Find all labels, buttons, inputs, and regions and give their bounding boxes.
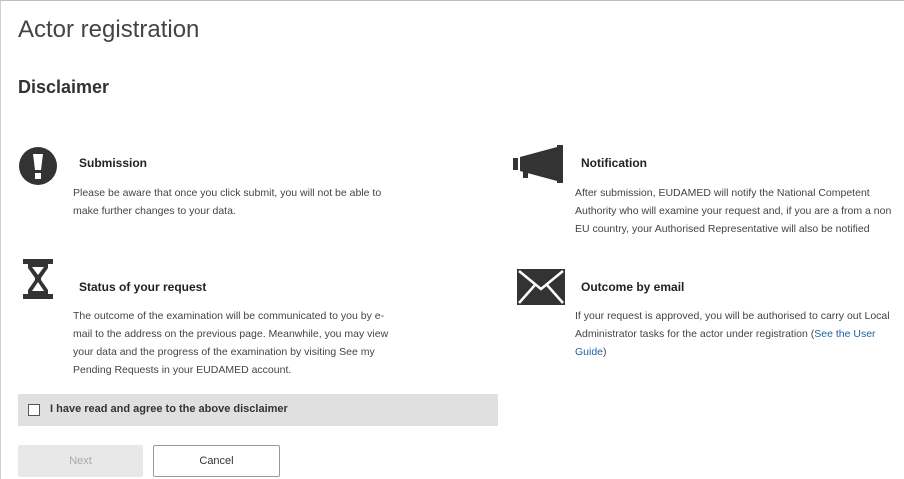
agreement-bar: I have read and agree to the above discl…	[18, 394, 498, 426]
registration-panel: Actor registration Disclaimer Submission…	[0, 0, 904, 479]
outcome-line: Guide)	[575, 343, 904, 361]
exclamation-circle-icon	[18, 146, 58, 191]
submission-line: make further changes to your data.	[73, 205, 236, 217]
notification-line: After submission, EUDAMED will notify th…	[575, 187, 870, 199]
hourglass-icon	[22, 259, 54, 304]
notification-line: Authority who will examine your request …	[575, 205, 892, 217]
status-line: The outcome of the examination will be c…	[73, 310, 385, 322]
notification-line: EU country, your Authorised Representati…	[575, 223, 870, 235]
status-line: your data and the progress of the examin…	[73, 346, 375, 358]
outcome-heading: Outcome by email	[581, 280, 685, 294]
outcome-text: If your request is approved, you will be…	[575, 307, 904, 361]
section-title: Disclaimer	[18, 77, 110, 97]
megaphone-icon	[513, 145, 567, 188]
outcome-line-text: Administrator tasks for the actor under …	[575, 328, 815, 340]
status-heading: Status of your request	[79, 280, 207, 294]
outcome-line-tail: )	[603, 346, 607, 358]
status-text: The outcome of the examination will be c…	[73, 307, 473, 379]
submission-line: Please be aware that once you click subm…	[73, 187, 382, 199]
outcome-line: If your request is approved, you will be…	[575, 310, 890, 322]
user-guide-link-continued[interactable]: Guide	[575, 346, 603, 358]
submission-heading: Submission	[79, 156, 148, 170]
envelope-icon	[517, 269, 565, 310]
agree-checkbox[interactable]	[28, 404, 40, 416]
agree-label[interactable]: I have read and agree to the above discl…	[50, 403, 288, 415]
status-line: Pending Requests in your EUDAMED account…	[73, 364, 292, 376]
notification-heading: Notification	[581, 156, 647, 170]
submission-text: Please be aware that once you click subm…	[73, 184, 473, 220]
status-line: mail to the address on the previous page…	[73, 328, 389, 340]
notification-text: After submission, EUDAMED will notify th…	[575, 184, 904, 238]
next-button[interactable]: Next	[18, 445, 143, 477]
page-title: Actor registration	[18, 16, 200, 43]
user-guide-link[interactable]: See the User	[814, 328, 875, 340]
cancel-button[interactable]: Cancel	[153, 445, 280, 477]
outcome-line: Administrator tasks for the actor under …	[575, 325, 904, 343]
